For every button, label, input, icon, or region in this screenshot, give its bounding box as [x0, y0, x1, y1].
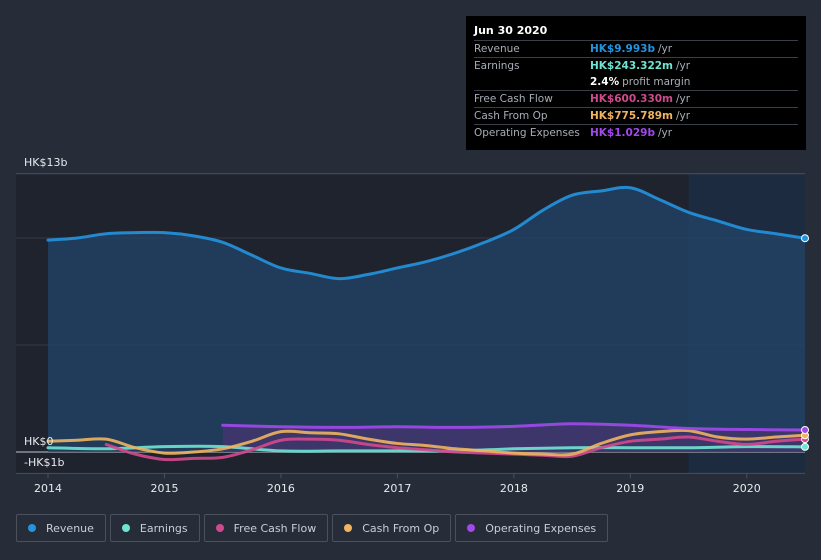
y-tick-label: -HK$1b	[24, 456, 64, 469]
legend-dot-icon	[28, 524, 36, 532]
tooltip-value: HK$9.993b	[590, 43, 655, 55]
tooltip-unit: /yr	[657, 43, 673, 55]
tooltip-unit: /yr	[676, 60, 691, 72]
legend-item-revenue[interactable]: Revenue	[16, 514, 106, 542]
tooltip-label: Operating Expenses	[474, 127, 580, 139]
y-tick-label: HK$13b	[24, 156, 67, 169]
legend-dot-icon	[467, 524, 476, 532]
legend-label: Revenue	[46, 521, 94, 535]
tooltip-label: Earnings	[474, 60, 520, 72]
legend-label: Free Cash Flow	[233, 521, 317, 535]
earnings-endpoint	[801, 442, 809, 451]
tooltip-label	[474, 74, 590, 90]
legend-dot-icon	[215, 524, 224, 532]
y-tick-label: HK$0	[24, 435, 53, 448]
tooltip-row: Cash From Op HK$775.789m/yr	[474, 108, 798, 125]
x-tick-label: 2018	[500, 482, 528, 495]
operating-expenses-endpoint	[801, 425, 809, 434]
legend-item-operating-expenses[interactable]: Operating Expenses	[455, 514, 609, 542]
legend-label: Earnings	[139, 521, 188, 535]
tooltip-row: Operating Expenses HK$1.029b/yr	[474, 125, 798, 141]
tooltip-unit: /yr	[657, 127, 673, 139]
tooltip-value: HK$775.789m	[590, 110, 673, 122]
x-axis: 2014 2015 2016 2017 2018 2019 2020	[34, 473, 761, 495]
tooltip-value: HK$600.330m	[590, 93, 673, 105]
tooltip-row: Free Cash Flow HK$600.330m/yr	[474, 91, 798, 108]
legend: Revenue Earnings Free Cash Flow Cash From O…	[16, 514, 609, 542]
tooltip-row: Revenue HK$9.993b/yr	[474, 41, 798, 58]
x-tick-label: 2019	[616, 482, 644, 495]
tooltip-value: 2.4%	[590, 76, 620, 88]
legend-item-earnings[interactable]: Earnings	[109, 514, 200, 542]
tooltip-unit: /yr	[676, 93, 691, 105]
x-tick-label: 2020	[733, 482, 761, 495]
x-tick-label: 2014	[34, 482, 62, 495]
legend-label: Operating Expenses	[485, 521, 597, 535]
tooltip-row: 2.4% profit margin	[474, 74, 798, 91]
revenue-endpoint	[801, 234, 809, 243]
tooltip-date: Jun 30 2020	[474, 22, 798, 41]
legend-item-free-cash-flow[interactable]: Free Cash Flow	[203, 514, 329, 542]
tooltip-value: HK$243.322m	[590, 60, 673, 72]
tooltip-unit: profit margin	[622, 76, 691, 88]
x-tick-label: 2016	[267, 482, 295, 495]
legend-label: Cash From Op	[362, 521, 440, 535]
x-tick-label: 2017	[383, 482, 411, 495]
tooltip-label: Cash From Op	[474, 110, 548, 122]
tooltip-label: Revenue	[474, 43, 520, 55]
legend-dot-icon	[121, 524, 130, 532]
tooltip-unit: /yr	[676, 110, 691, 122]
legend-item-cash-from-op[interactable]: Cash From Op	[332, 514, 452, 542]
tooltip-label: Free Cash Flow	[474, 93, 553, 105]
legend-dot-icon	[344, 524, 353, 532]
tooltip-row: Earnings HK$243.322m/yr	[474, 58, 798, 74]
x-tick-label: 2015	[150, 482, 178, 495]
tooltip-value: HK$1.029b	[590, 127, 655, 139]
tooltip: Jun 30 2020 Revenue HK$9.993b/yr Earnings H…	[466, 16, 806, 150]
